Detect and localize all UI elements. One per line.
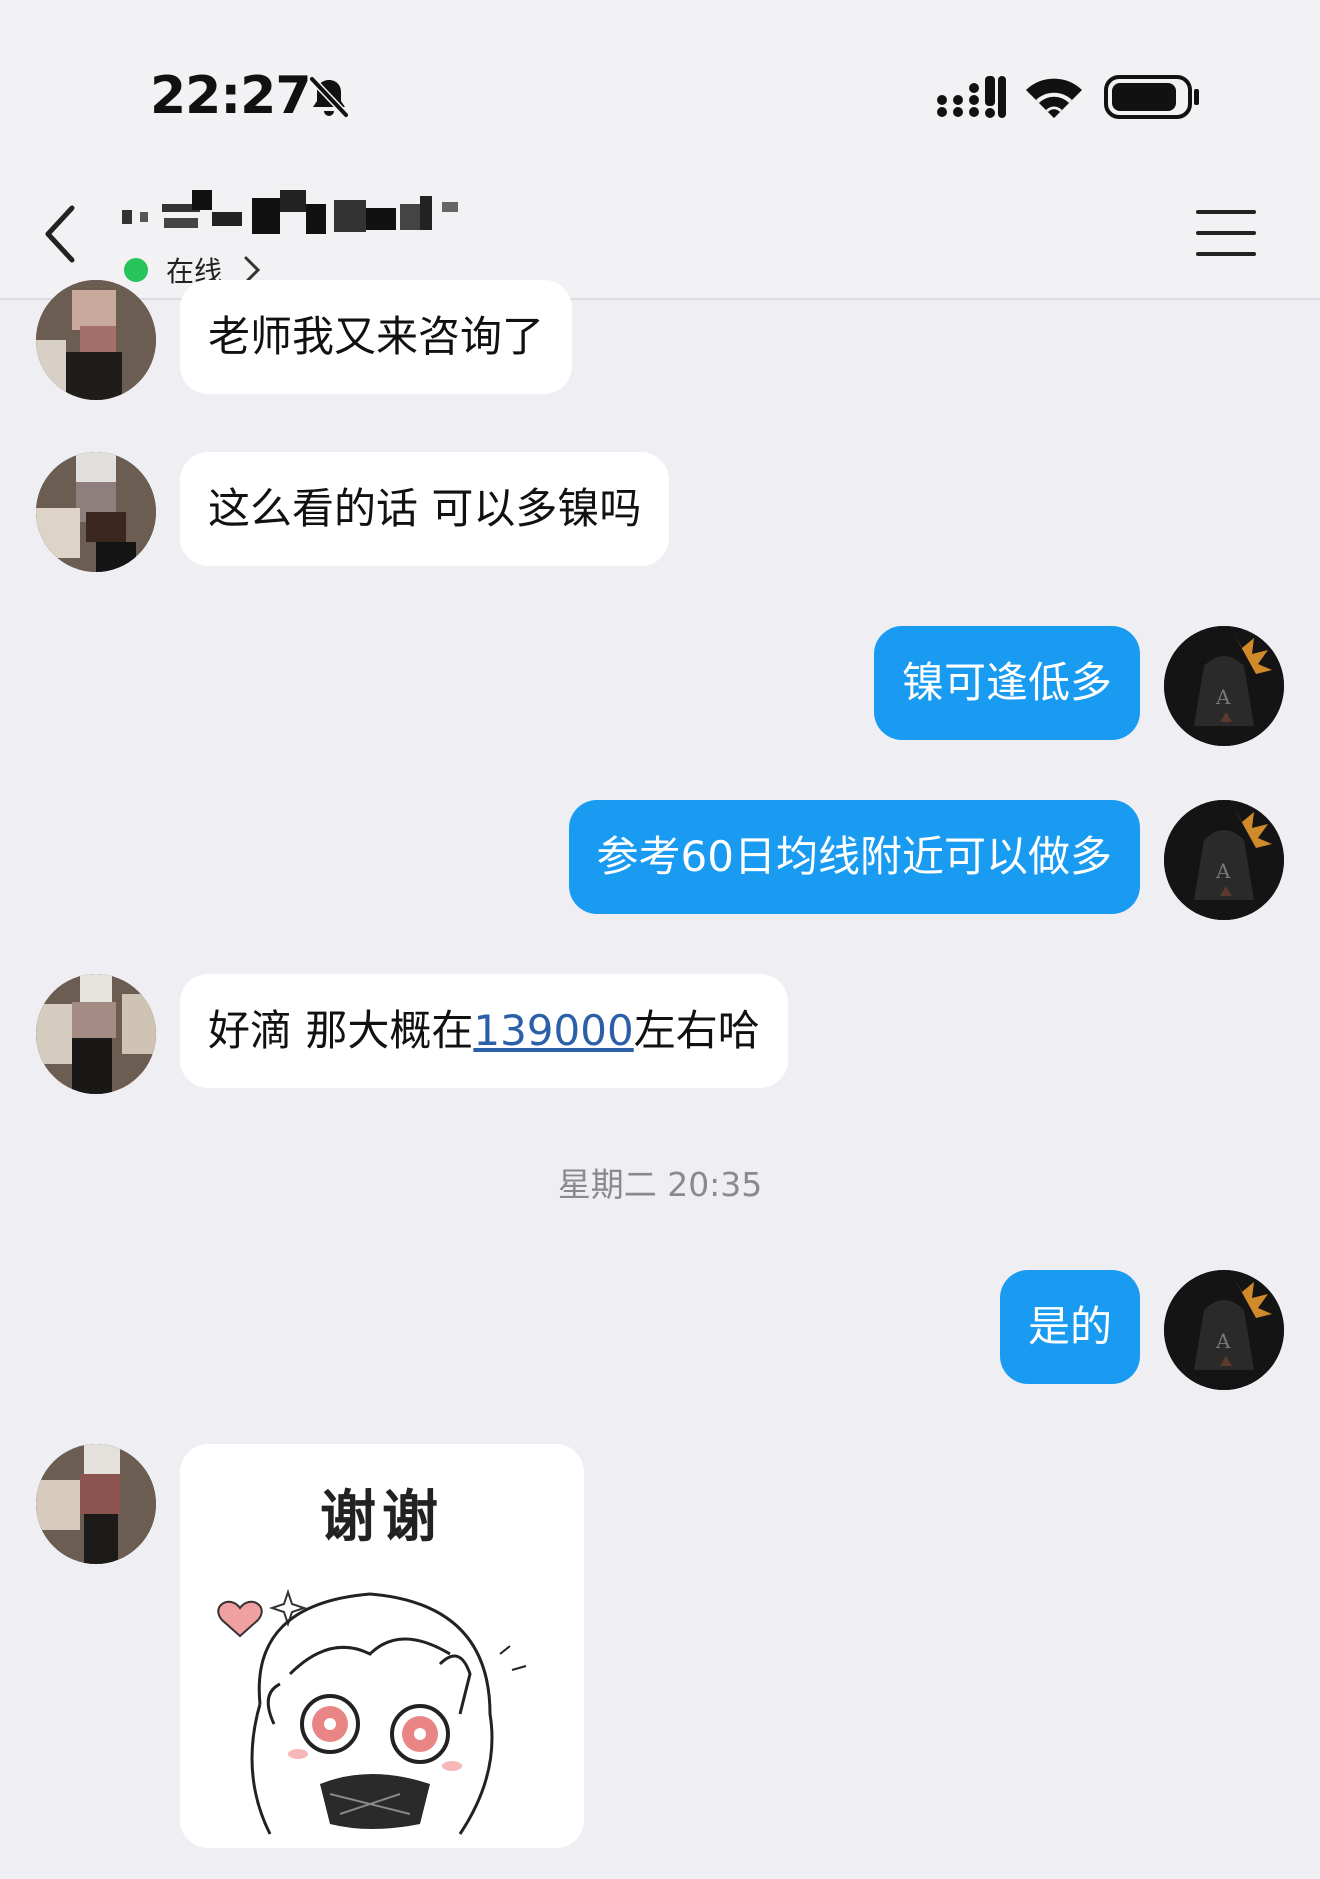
status-bar: 22:27 <box>0 0 1320 150</box>
bell-muted-icon <box>309 76 349 118</box>
message-bubble-out[interactable]: 是的 <box>999 1270 1140 1384</box>
online-dot <box>124 258 148 282</box>
peer-avatar[interactable] <box>36 452 156 572</box>
number-link[interactable]: 139000 <box>473 1006 633 1055</box>
contact-name-blurred[interactable] <box>120 190 490 240</box>
svg-text:A: A <box>1215 685 1231 709</box>
anime-girl-sticker-art <box>217 1588 527 1835</box>
message-text: 左右哈 <box>633 1006 760 1055</box>
hamburger-menu-icon[interactable] <box>1196 210 1256 256</box>
message-bubble-in[interactable]: 老师我又来咨询了 <box>180 280 573 394</box>
wifi-icon <box>1026 78 1082 118</box>
svg-text:A: A <box>1215 1329 1231 1353</box>
sticker-message[interactable]: 谢谢 <box>180 1444 584 1848</box>
my-avatar[interactable]: A <box>1164 1270 1284 1390</box>
message-bubble-out[interactable]: 镍可逢低多 <box>873 626 1140 740</box>
timestamp-divider: 星期二 20:35 <box>557 1165 763 1204</box>
my-avatar[interactable]: A <box>1164 800 1284 920</box>
peer-avatar[interactable] <box>36 280 156 400</box>
chat-header: 在线 <box>0 150 1320 300</box>
svg-text:A: A <box>1215 859 1231 883</box>
back-chevron-icon[interactable] <box>36 202 86 266</box>
battery-icon <box>1104 75 1199 119</box>
message-bubble-in[interactable]: 好滴 那大概在139000左右哈 <box>180 974 788 1088</box>
sticker-caption: 谢谢 <box>320 1484 444 1550</box>
peer-avatar[interactable] <box>36 1444 156 1564</box>
peer-avatar[interactable] <box>36 974 156 1094</box>
message-bubble-in[interactable]: 这么看的话 可以多镍吗 <box>180 452 670 566</box>
message-text: 好滴 那大概在 <box>208 1006 474 1055</box>
message-bubble-out[interactable]: 参考60日均线附近可以做多 <box>568 800 1140 914</box>
my-avatar[interactable]: A <box>1164 626 1284 746</box>
cellular-signal-icon <box>937 76 1006 118</box>
status-time: 22:27 <box>150 66 312 126</box>
